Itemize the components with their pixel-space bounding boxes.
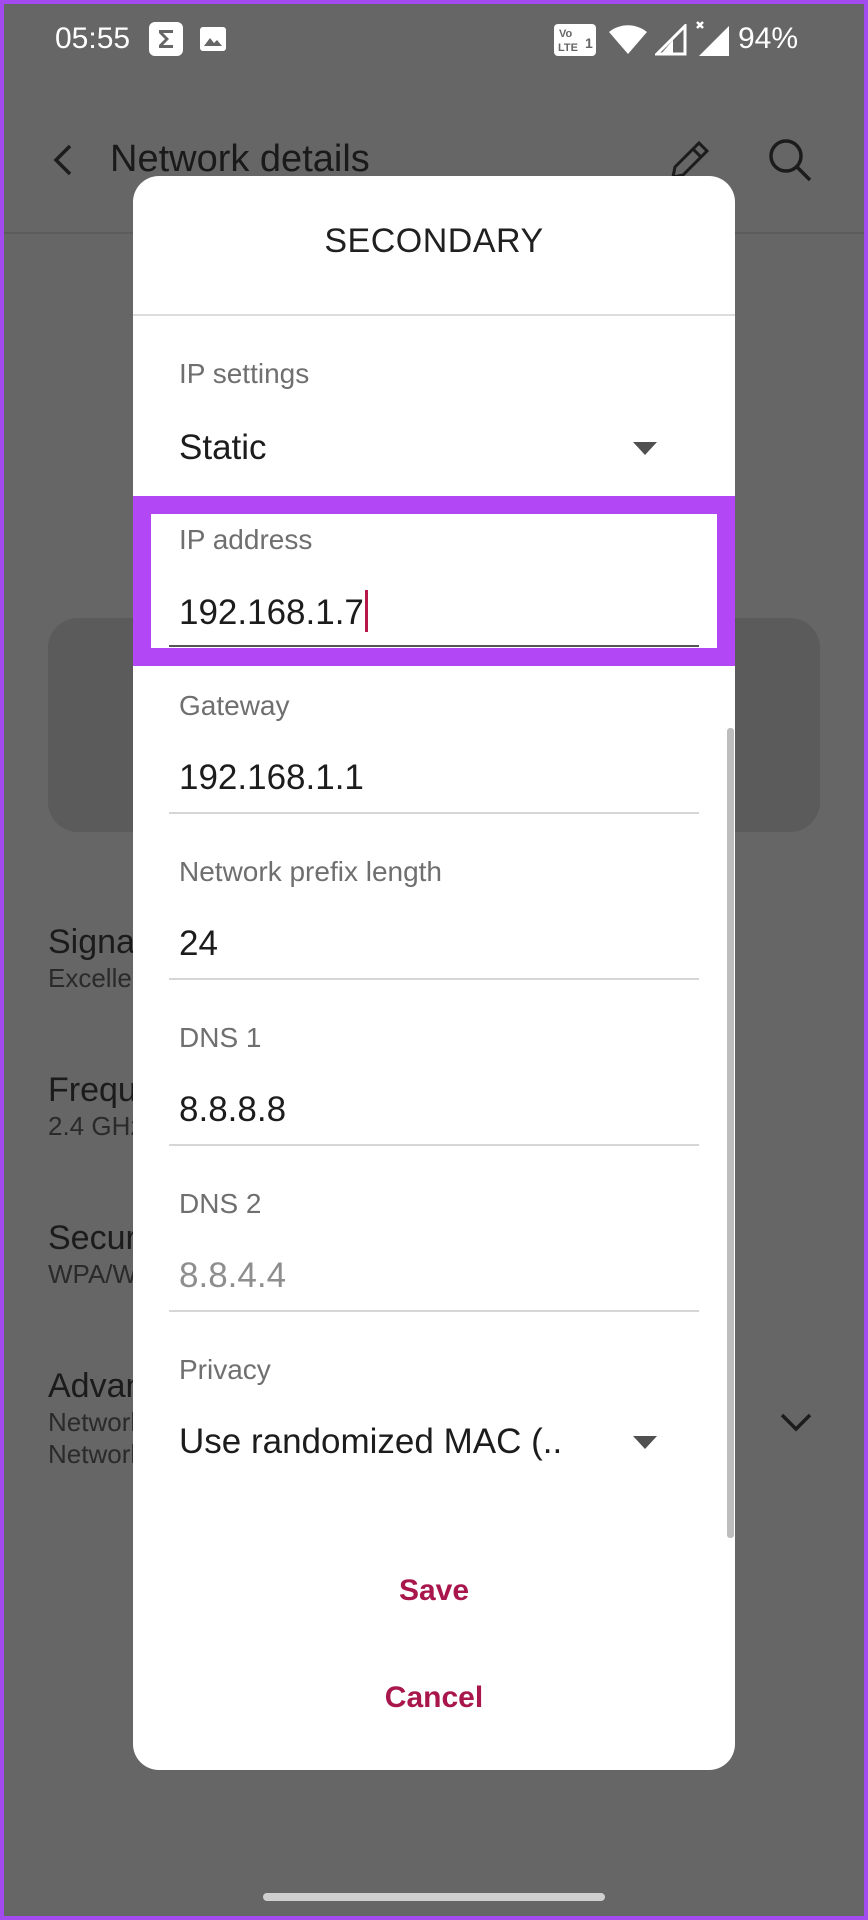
save-button[interactable]: Save xyxy=(133,1574,735,1608)
gateway-label: Gateway xyxy=(179,690,290,721)
sigma-icon xyxy=(149,22,183,61)
back-arrow-icon[interactable] xyxy=(40,136,88,184)
dns2-underline xyxy=(169,1310,699,1312)
dns2-input[interactable]: 8.8.4.4 xyxy=(179,1256,286,1296)
ip-settings-label: IP settings xyxy=(179,358,310,389)
volte-icon: Vo LTE 1 xyxy=(553,23,597,62)
ip-address-label: IP address xyxy=(179,524,313,555)
privacy-label: Privacy xyxy=(179,1354,271,1385)
dns2-label: DNS 2 xyxy=(179,1188,262,1219)
page-title: Network details xyxy=(110,138,370,180)
dns1-underline xyxy=(169,1144,699,1146)
search-icon[interactable] xyxy=(765,135,815,185)
image-icon xyxy=(198,24,228,59)
svg-text:LTE: LTE xyxy=(558,42,578,54)
text-cursor xyxy=(364,590,368,632)
privacy-dropdown[interactable]: Use randomized MAC (.. xyxy=(179,1422,562,1462)
privacy-dropdown-arrow-icon[interactable] xyxy=(633,1436,657,1449)
gateway-input[interactable]: 192.168.1.1 xyxy=(179,758,364,798)
dialog-scrollbar[interactable] xyxy=(727,728,734,1538)
svg-text:1: 1 xyxy=(585,35,593,51)
ip-address-value: 192.168.1.7 xyxy=(179,593,364,632)
battery-percent: 94% xyxy=(737,22,798,55)
gateway-underline xyxy=(169,812,699,814)
ip-address-underline xyxy=(169,645,699,647)
dialog-title: SECONDARY xyxy=(324,222,544,260)
ip-address-highlight xyxy=(133,496,735,666)
network-prefix-input[interactable]: 24 xyxy=(179,924,218,964)
ip-settings-dropdown-arrow-icon[interactable] xyxy=(633,442,657,455)
dns1-label: DNS 1 xyxy=(179,1022,262,1053)
wifi-icon xyxy=(608,24,648,61)
dns1-input[interactable]: 8.8.8.8 xyxy=(179,1090,286,1130)
network-prefix-label: Network prefix length xyxy=(179,856,443,887)
network-prefix-underline xyxy=(169,978,699,980)
signal-x-icon xyxy=(693,20,733,63)
ip-settings-dropdown[interactable]: Static xyxy=(179,428,267,468)
gesture-nav-bar[interactable] xyxy=(263,1893,605,1901)
status-time: 05:55 xyxy=(55,22,131,55)
cancel-button[interactable]: Cancel xyxy=(133,1681,735,1715)
svg-text:Vo: Vo xyxy=(559,28,573,40)
dialog-divider xyxy=(133,314,735,316)
chevron-down-icon[interactable] xyxy=(774,1400,818,1444)
ip-settings-dialog: SECONDARY IP settings Static IP address … xyxy=(133,176,735,1770)
signal-icon xyxy=(653,22,687,61)
status-bar: 05:55 Vo LTE 1 94% xyxy=(0,0,868,80)
ip-address-input[interactable]: 192.168.1.7 xyxy=(179,590,368,633)
